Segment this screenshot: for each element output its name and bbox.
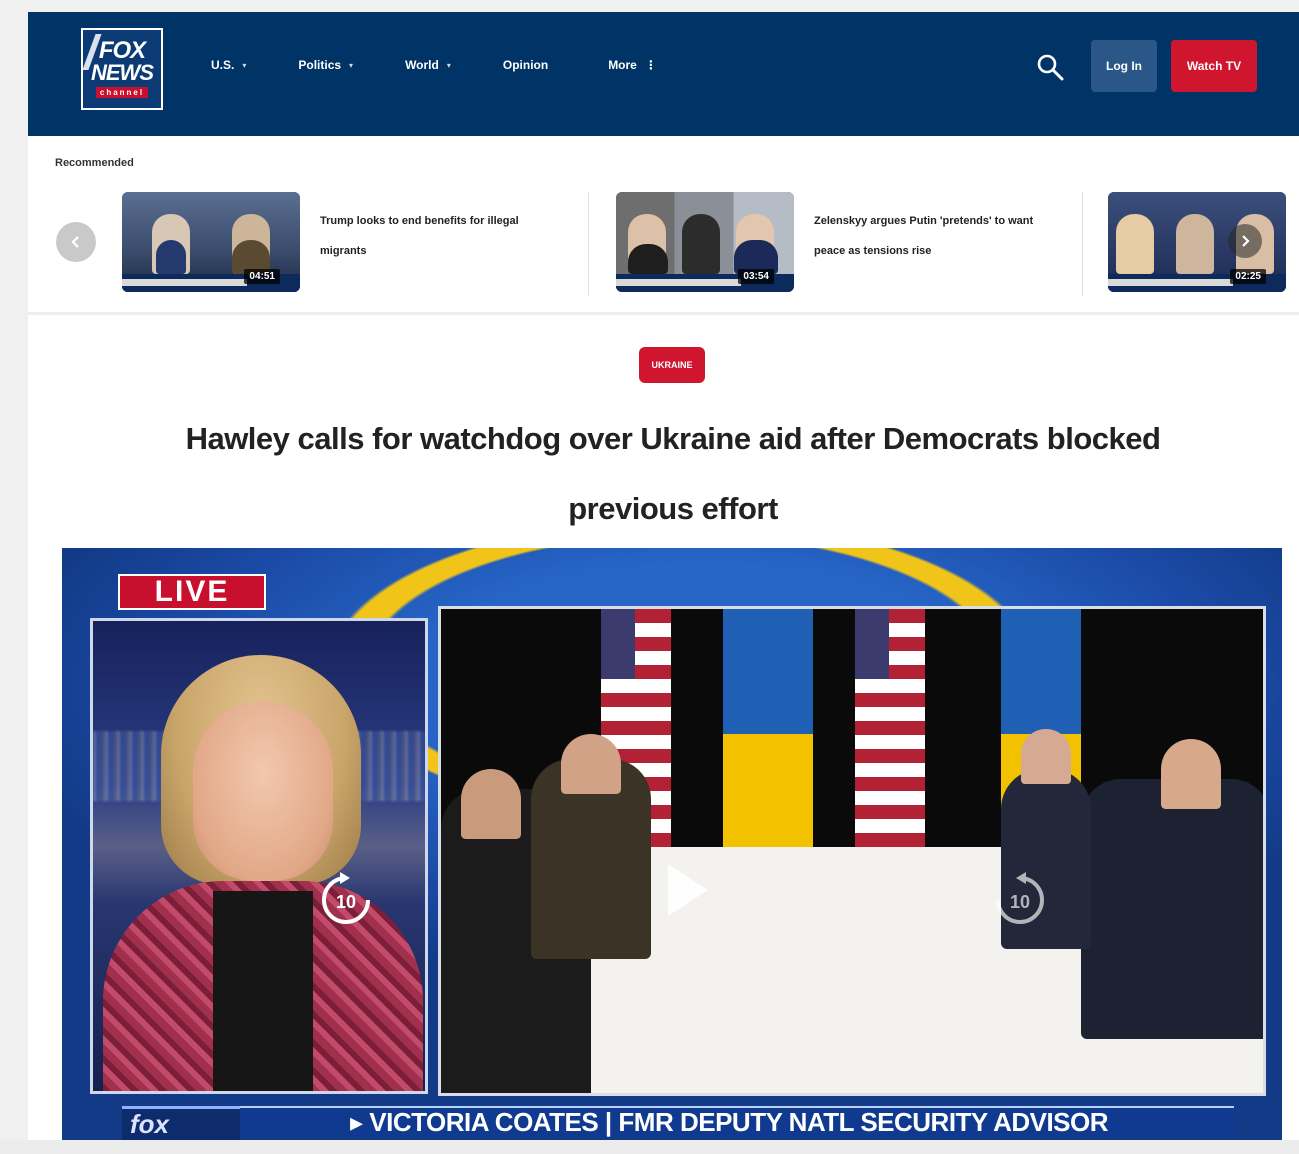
- lower-third: fox ▸ VICTORIA COATES | FMR DEPUTY NATL …: [122, 1100, 1234, 1140]
- carousel-prev-button[interactable]: [56, 222, 96, 262]
- logo-line-3: channel: [95, 87, 149, 98]
- fox-news-logo[interactable]: FOX NEWS channel: [81, 28, 163, 110]
- video-player[interactable]: LIVE 10 10 fox ▸ VICTORIA COATES | FMR D…: [62, 548, 1282, 1140]
- nav-item-politics[interactable]: Politics ▾: [298, 58, 353, 72]
- page: FOX NEWS channel U.S. ▾ Politics ▾ World…: [28, 12, 1299, 1140]
- search-icon[interactable]: [1035, 52, 1065, 82]
- watch-tv-button[interactable]: Watch TV: [1171, 40, 1257, 92]
- category-tag[interactable]: UKRAINE: [639, 347, 705, 383]
- carousel-next-button[interactable]: [1228, 224, 1262, 258]
- page-bottom-edge: [0, 1140, 1299, 1154]
- chevron-left-icon: [71, 236, 79, 248]
- divider: [588, 192, 589, 296]
- lower-third-caption: ▸ VICTORIA COATES | FMR DEPUTY NATL SECU…: [240, 1106, 1234, 1137]
- chevron-down-icon: ▾: [446, 60, 451, 70]
- meeting-video-panel: [438, 606, 1266, 1096]
- duration-badge: 03:54: [738, 269, 774, 284]
- nav-item-label: World: [405, 58, 439, 72]
- nav-item-label: More: [608, 58, 637, 72]
- chevron-down-icon: ▾: [349, 60, 354, 70]
- anchor-video-panel: [90, 618, 428, 1094]
- logo-line-2: NEWS: [91, 60, 154, 85]
- nav-item-world[interactable]: World ▾: [405, 58, 451, 72]
- recommended-label: Recommended: [55, 157, 134, 169]
- recommended-title: Zelenskyy argues Putin 'pretends' to wan…: [814, 215, 1034, 257]
- rewind-10-icon[interactable]: 10: [316, 870, 376, 930]
- login-button[interactable]: Log In: [1091, 40, 1157, 92]
- section-divider: [28, 312, 1299, 315]
- nav-item-label: U.S.: [211, 58, 235, 72]
- duration-badge: 04:51: [244, 269, 280, 284]
- fox-bug-logo: fox: [122, 1106, 240, 1140]
- forward-10-icon[interactable]: 10: [990, 870, 1050, 930]
- main-nav: U.S. ▾ Politics ▾ World ▾ Opinion More ⋮: [211, 58, 709, 72]
- divider: [1082, 192, 1083, 296]
- top-navigation: FOX NEWS channel U.S. ▾ Politics ▾ World…: [28, 12, 1299, 136]
- play-icon[interactable]: [668, 864, 708, 916]
- nav-item-us[interactable]: U.S. ▾: [211, 58, 246, 72]
- chevron-right-icon: [1242, 235, 1250, 247]
- rewind-label: 10: [336, 892, 356, 912]
- chevron-down-icon: ▾: [242, 60, 247, 70]
- logo-line-1: FOX: [98, 37, 146, 64]
- nav-item-more[interactable]: More ⋮: [608, 58, 657, 72]
- nav-item-label: Politics: [298, 58, 342, 72]
- video-thumbnail: 03:54: [616, 192, 794, 292]
- recommended-title: Trump looks to end benefits for illegal …: [320, 215, 519, 257]
- video-thumbnail: 04:51: [122, 192, 300, 292]
- more-menu-icon: ⋮: [644, 58, 657, 72]
- article-headline: Hawley calls for watchdog over Ukraine a…: [185, 421, 1161, 526]
- live-badge: LIVE: [118, 574, 266, 610]
- forward-label: 10: [1010, 892, 1030, 912]
- nav-item-label: Opinion: [502, 58, 549, 72]
- duration-badge: 02:25: [1230, 269, 1266, 284]
- nav-item-opinion[interactable]: Opinion: [503, 58, 556, 72]
